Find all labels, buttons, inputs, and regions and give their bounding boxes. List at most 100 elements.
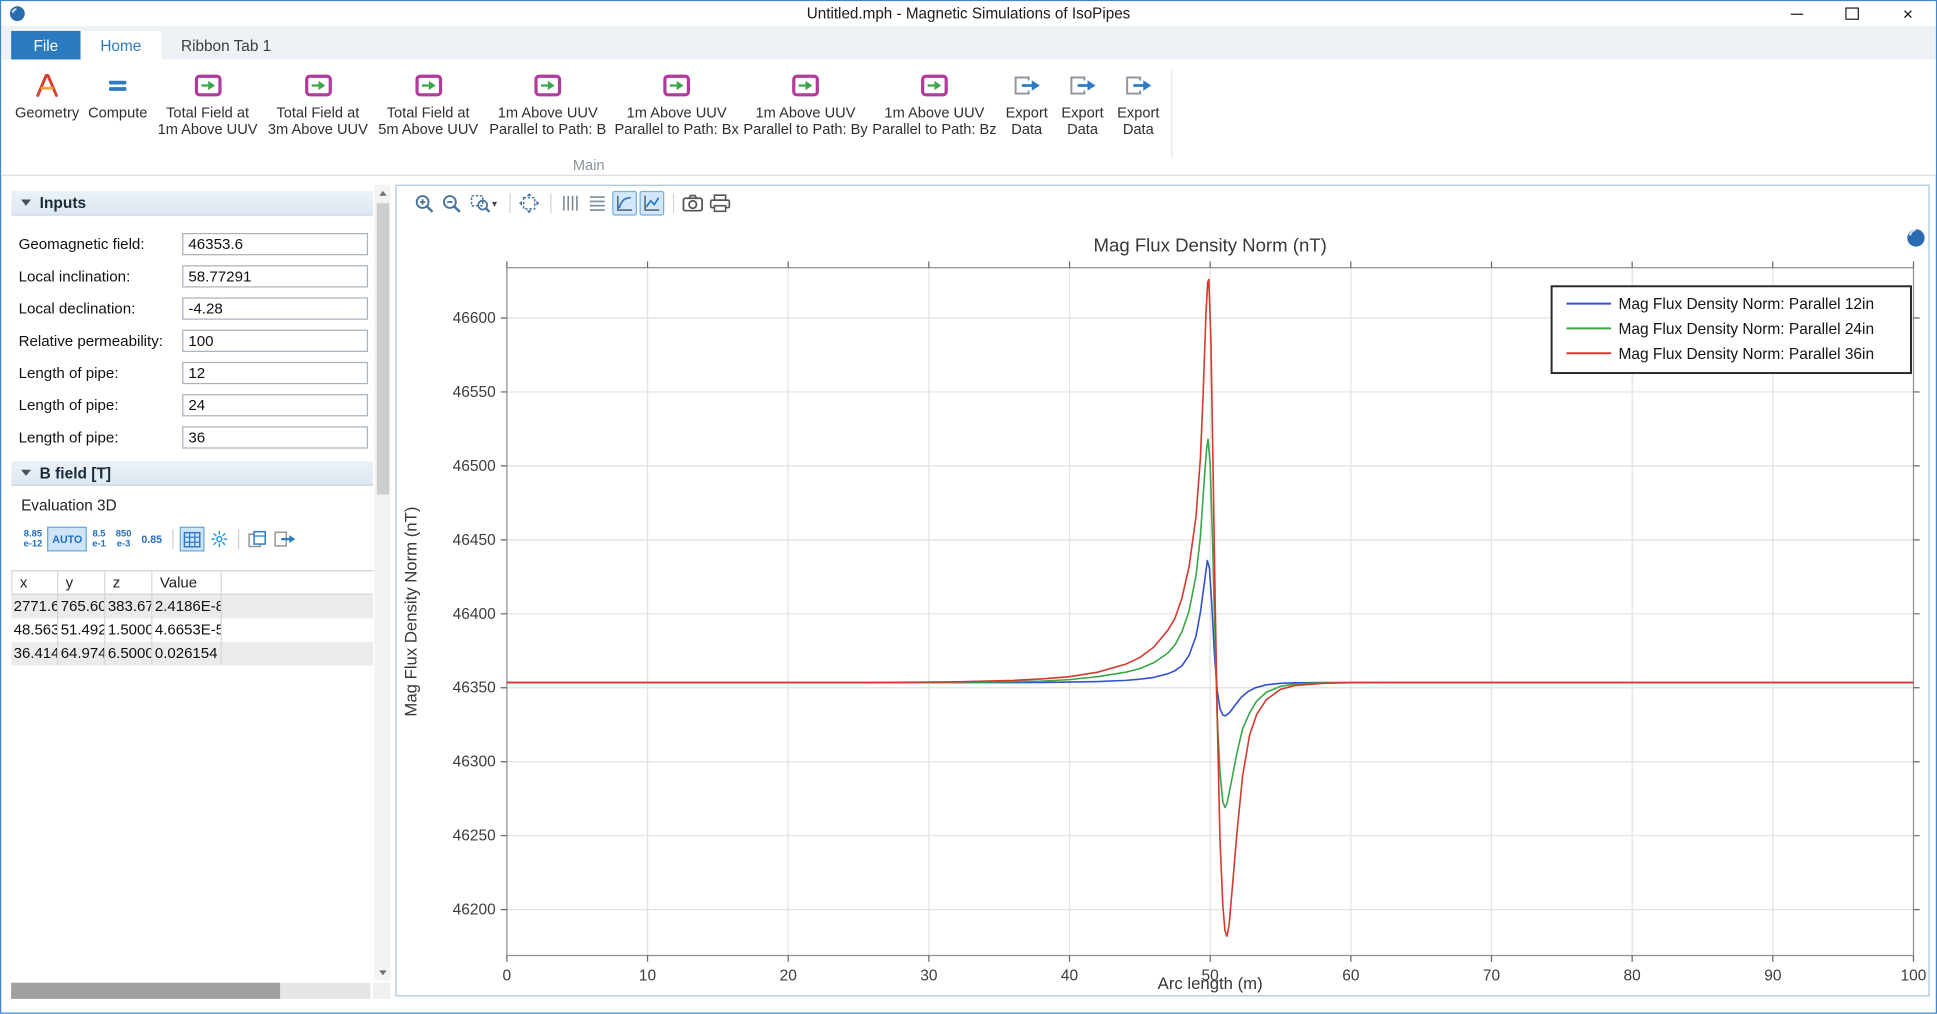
ribbon-button-parallel-bx[interactable]: 1m Above UUVParallel to Path: Bx [612,62,741,137]
full-precision-button[interactable] [207,527,232,552]
bfield-section-header[interactable]: B field [T] [11,460,373,486]
ribbon-button-parallel-b[interactable]: 1m Above UUVParallel to Path: B [483,62,612,137]
minimize-button[interactable] [1768,1,1824,26]
legend-entry: Mag Flux Density Norm: Parallel 24in [1619,321,1875,338]
column-header: z [105,570,152,595]
legend-entry: Mag Flux Density Norm: Parallel 12in [1619,296,1875,313]
toolbar-separator [673,193,674,213]
precision-button[interactable]: 8.5e-1 [87,527,111,552]
field-input-1[interactable] [182,265,368,287]
x-tick-label: 80 [1624,967,1641,984]
copy-table-button[interactable] [245,527,270,552]
table-cell: 2771.6 [11,595,58,619]
ribbon-button-export-data-3[interactable]: ExportData [1110,62,1166,137]
field-label: Length of pipe: [19,364,119,381]
maximize-button[interactable] [1824,1,1880,26]
field-input-5[interactable] [182,394,368,416]
table-icon [183,531,200,547]
precision-button[interactable]: 8.85e-12 [19,527,48,552]
chevron-down-icon: ▾ [492,198,497,209]
field-input-6[interactable] [182,426,368,448]
column-header: x [11,570,58,595]
vertical-scrollbar[interactable] [374,185,390,981]
plot-group-icon [194,68,221,101]
table-view-button[interactable] [179,527,204,552]
full-precision-icon [210,530,227,547]
scroll-down-button[interactable] [374,964,390,980]
graphics-panel: ▾ [395,185,1929,997]
zoom-box-icon [470,193,491,214]
ribbon-button-compute[interactable]: Compute [83,62,152,121]
y-grid-button[interactable] [558,191,583,216]
field-input-0[interactable] [182,233,368,255]
snapshot-button[interactable] [680,191,705,216]
horizontal-scrollbar-thumb[interactable] [11,983,280,999]
toolbar-separator [509,193,510,213]
plot-canvas[interactable]: 0102030405060708090100462004625046300463… [397,221,1929,996]
field-input-3[interactable] [182,330,368,352]
ribbon-button-total-field-5m[interactable]: Total Field at5m Above UUV [373,62,483,137]
scale-toggle-2-button[interactable] [639,191,664,216]
compute-icon [104,68,131,101]
settings-panel: Inputs Geomagnetic field:Local inclinati… [11,185,390,1000]
ribbon-button-geometry[interactable]: Geometry [11,62,83,121]
ribbon-button-group: GeometryComputeTotal Field at1m Above UU… [1,59,1936,136]
ribbon-button-label: ExportData [1117,105,1159,136]
horizontal-scrollbar[interactable] [11,983,370,999]
camera-icon [682,193,704,213]
table-row[interactable]: 48.56351.4921.50004.6653E-5 [11,618,373,642]
close-button[interactable]: × [1880,1,1936,26]
y-tick-label: 46400 [453,606,496,623]
zoom-out-button[interactable] [439,191,464,216]
plot-toolbar: ▾ [397,186,1929,221]
tab-ribbon-tab-1[interactable]: Ribbon Tab 1 [161,31,291,60]
y-tick-label: 46600 [453,310,496,327]
export-data-icon [1068,68,1098,101]
field-input-4[interactable] [182,362,368,384]
y-tick-label: 46200 [453,902,496,919]
x-grid-button[interactable] [585,191,610,216]
ribbon-button-total-field-1m[interactable]: Total Field at1m Above UUV [152,62,262,137]
table-row[interactable]: 2771.6765.60383.672.4186E-8 [11,595,373,619]
ribbon-button-export-data-1[interactable]: ExportData [999,62,1055,137]
input-row: Length of pipe: [19,425,373,450]
x-tick-label: 0 [503,967,512,984]
print-button[interactable] [708,191,733,216]
settings-panel-content: Inputs Geomagnetic field:Local inclinati… [11,185,373,981]
ribbon-button-label: 1m Above UUVParallel to Path: Bz [872,105,996,136]
zoom-box-button[interactable]: ▾ [466,191,501,216]
ribbon-button-total-field-3m[interactable]: Total Field at3m Above UUV [263,62,373,137]
scroll-up-button[interactable] [374,185,390,201]
results-table: xyzValue2771.6765.60383.672.4186E-848.56… [11,570,373,665]
export-table-icon [274,530,296,547]
ribbon-button-parallel-by[interactable]: 1m Above UUVParallel to Path: By [741,62,870,137]
vertical-scrollbar-thumb[interactable] [376,203,388,494]
ribbon-tab-row: File Home Ribbon Tab 1 [1,26,1936,59]
precision-buttons: 8.85e-12AUTO8.5e-1850e-30.85 [19,527,167,552]
export-table-button[interactable] [272,527,297,552]
export-data-icon [1012,68,1042,101]
precision-button[interactable]: AUTO [47,527,87,552]
table-row[interactable]: 36.41464.9746.50000.026154 [11,642,373,666]
scale-toggle-1-button[interactable] [612,191,637,216]
ribbon-button-label: ExportData [1006,105,1048,136]
toolbar-separator [238,529,239,549]
column-header: y [58,570,105,595]
precision-button[interactable]: 850e-3 [111,527,137,552]
inputs-section-header[interactable]: Inputs [11,190,373,216]
table-cell: 765.60 [58,595,105,619]
zoom-in-button[interactable] [411,191,436,216]
ribbon-button-label: Total Field at5m Above UUV [378,105,478,136]
titlebar: Untitled.mph - Magnetic Simulations of I… [1,1,1936,26]
plot-group-icon [663,68,690,101]
zoom-extents-button[interactable] [517,191,542,216]
tab-file[interactable]: File [11,31,80,60]
ribbon-button-export-data-2[interactable]: ExportData [1055,62,1111,137]
field-input-2[interactable] [182,297,368,319]
ribbon-button-label: 1m Above UUVParallel to Path: Bx [614,105,738,136]
row-filler [222,642,373,666]
tab-home[interactable]: Home [81,31,162,60]
precision-button[interactable]: 0.85 [136,527,167,552]
x-axis-label: Arc length (m) [1158,974,1263,993]
ribbon-button-parallel-bz[interactable]: 1m Above UUVParallel to Path: Bz [870,62,999,137]
